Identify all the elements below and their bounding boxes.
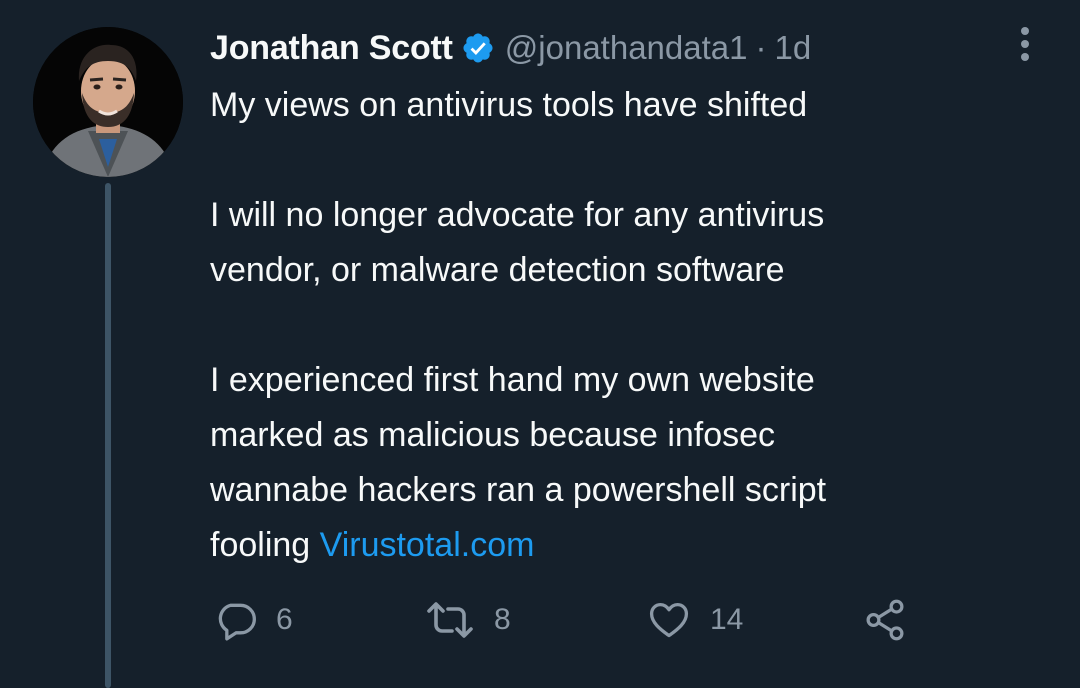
display-name[interactable]: Jonathan Scott (210, 29, 453, 68)
tweet-text-line: wannabe hackers ran a powershell script (210, 471, 827, 509)
avatar[interactable] (33, 27, 183, 177)
tweet-text-line: vendor, or malware detection software (210, 251, 785, 289)
paragraph-break (210, 133, 1030, 188)
tweet-text-line: marked as malicious because infosec (210, 416, 776, 454)
tweet-header: Jonathan Scott @jonathandata1 · 1d (210, 26, 811, 70)
tweet-text-line: My views on antivirus tools have shifted (210, 86, 808, 124)
tweet-actions: 6 8 14 (210, 594, 950, 646)
like-count: 14 (710, 603, 744, 636)
avatar-photo (33, 27, 183, 177)
heart-icon (646, 598, 692, 642)
verified-badge-icon (461, 31, 495, 65)
tweet-text-line-last: fooling Virustotal.com (210, 518, 1030, 573)
thread-line (105, 183, 111, 688)
tweet-link[interactable]: Virustotal.com (320, 526, 535, 564)
tweet-text-prefix: fooling (210, 526, 320, 564)
like-button[interactable]: 14 (646, 594, 743, 646)
user-handle[interactable]: @jonathandata1 (505, 29, 748, 67)
reply-count: 6 (276, 603, 293, 636)
retweet-button[interactable]: 8 (424, 594, 511, 646)
more-dots-icon[interactable] (1008, 24, 1042, 64)
retweet-count: 8 (494, 603, 511, 636)
tweet-text-line: I experienced first hand my own website (210, 361, 815, 399)
share-button[interactable] (862, 594, 908, 646)
paragraph-break (210, 298, 1030, 353)
tweet-card[interactable]: Jonathan Scott @jonathandata1 · 1d My vi… (0, 0, 1080, 688)
tweet-timestamp[interactable]: 1d (774, 29, 811, 67)
retweet-icon (424, 598, 476, 642)
separator-dot: · (755, 29, 767, 66)
reply-icon (214, 598, 258, 642)
tweet-text-line: I will no longer advocate for any antivi… (210, 196, 825, 234)
reply-button[interactable]: 6 (214, 594, 293, 646)
share-icon (862, 597, 908, 643)
tweet-text: My views on antivirus tools have shifted… (210, 78, 1030, 573)
